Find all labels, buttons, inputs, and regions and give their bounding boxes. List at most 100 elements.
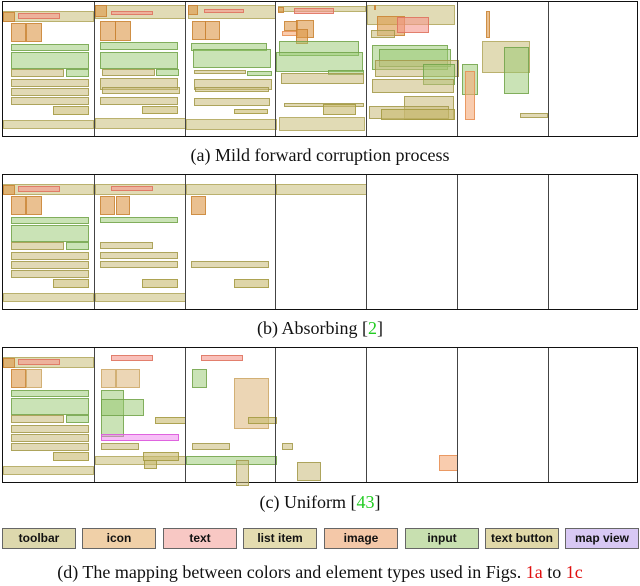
caption-d-mid: to <box>542 562 566 582</box>
row-b-panel-2 <box>93 175 186 309</box>
layout-box-icon <box>26 196 42 215</box>
legend-label: image <box>343 531 379 545</box>
layout-box-toolbar <box>3 120 94 129</box>
layout-box-toolbar <box>185 184 277 195</box>
layout-box-list-item <box>11 252 89 260</box>
legend-toolbar: toolbar <box>2 528 76 549</box>
citation-link-43[interactable]: 43 <box>356 492 374 512</box>
layout-box-input <box>66 242 89 250</box>
layout-box-list-item <box>520 113 548 118</box>
layout-box-list-item <box>11 425 89 433</box>
layout-box-input <box>246 71 272 76</box>
caption-a-text: (a) Mild forward corruption process <box>190 145 450 165</box>
layout-box-icon <box>114 21 131 41</box>
layout-box-toolbar <box>94 293 186 302</box>
legend-input: input <box>405 528 479 549</box>
layout-box-input <box>504 47 529 94</box>
row-b-panel-1 <box>3 175 94 309</box>
row-a-strip <box>2 1 638 137</box>
layout-box-list-item <box>193 70 246 74</box>
layout-box-list-item <box>282 443 294 450</box>
caption-c-close: ] <box>374 492 381 512</box>
layout-box-text <box>18 186 60 192</box>
row-c-strip <box>2 347 638 486</box>
layout-box-input <box>185 456 277 465</box>
row-b-panel-6 <box>457 175 548 309</box>
layout-box-input <box>66 69 89 77</box>
layout-box-text-button <box>141 106 178 114</box>
row-a-panel-2 <box>93 2 186 136</box>
citation-link-2[interactable]: 2 <box>368 318 377 338</box>
row-c-panel-3 <box>184 348 277 486</box>
caption-c-text: (c) Uniform [ <box>259 492 357 512</box>
layout-box-list-item <box>11 69 64 77</box>
layout-box-toolbar <box>279 117 366 131</box>
layout-box-icon <box>190 196 206 215</box>
caption-a: (a) Mild forward corruption process <box>0 145 640 166</box>
row-a-panel-6 <box>457 2 548 136</box>
layout-box-input <box>99 217 178 223</box>
layout-box-list-item <box>99 261 178 268</box>
layout-box-toolbar <box>3 466 94 475</box>
layout-box-list-item <box>297 462 322 481</box>
layout-box-list-item <box>372 79 455 93</box>
layout-box-list-item <box>11 79 89 87</box>
row-a-panel-7 <box>547 2 639 136</box>
layout-box-text-button <box>53 106 89 115</box>
caption-d: (d) The mapping between colors and eleme… <box>0 562 640 583</box>
layout-box-text-button <box>154 417 186 424</box>
layout-box-toolbar <box>276 184 368 195</box>
figure-link-1a[interactable]: 1a <box>526 562 543 582</box>
layout-box-icon <box>204 21 220 40</box>
layout-box-icon <box>3 12 15 22</box>
layout-box-list-item <box>99 242 153 249</box>
layout-box-icon <box>278 7 285 13</box>
layout-box-list-item <box>11 88 89 96</box>
layout-box-list-item <box>193 98 270 106</box>
layout-box-list-item <box>11 261 89 269</box>
row-c-panel-5 <box>366 348 459 482</box>
layout-box-input <box>155 69 179 76</box>
layout-box-toolbar <box>3 293 94 302</box>
row-c-panel-1 <box>3 348 94 482</box>
row-c-panel-6 <box>457 348 548 482</box>
layout-box-icon <box>3 185 15 195</box>
layout-box-icon <box>26 23 42 42</box>
layout-box-image <box>439 455 459 471</box>
layout-box-input <box>11 217 89 224</box>
layout-box-input <box>191 369 207 388</box>
layout-box-input <box>11 225 89 242</box>
layout-box-input <box>100 399 144 416</box>
caption-b: (b) Absorbing [2] <box>0 318 640 339</box>
layout-box-text-button <box>141 279 178 288</box>
row-b-panel-3 <box>184 175 277 309</box>
layout-box-input <box>11 390 89 397</box>
legend-label: input <box>427 531 457 545</box>
layout-box-icon <box>26 369 42 388</box>
layout-box-text-button <box>53 452 89 461</box>
layout-box-list-item <box>100 443 139 450</box>
layout-box-list-item <box>371 30 396 38</box>
row-a-panel-1 <box>3 2 94 136</box>
color-legend: toolbar icon text list item image input … <box>2 528 639 550</box>
legend-label: text button <box>491 531 553 545</box>
layout-box-input <box>276 52 364 72</box>
layout-box-text-button <box>381 109 456 120</box>
legend-label: icon <box>106 531 132 545</box>
layout-box-list-item <box>191 443 230 450</box>
layout-box-toolbar <box>185 119 277 130</box>
layout-box-list-item <box>11 415 64 423</box>
layout-box-text <box>18 359 60 365</box>
layout-box-icon <box>191 21 206 40</box>
row-b-panel-5 <box>366 175 457 309</box>
layout-box-list-item <box>99 97 178 105</box>
figure-link-1c[interactable]: 1c <box>566 562 583 582</box>
layout-box-text <box>110 11 153 15</box>
layout-box-icon <box>11 23 26 42</box>
layout-box-text <box>110 355 153 361</box>
layout-box-icon <box>11 369 26 388</box>
row-a-panel-4 <box>275 2 367 136</box>
legend-map-view: map view <box>565 528 639 549</box>
legend-text: text <box>163 528 237 549</box>
row-b-panel-7 <box>547 175 639 309</box>
